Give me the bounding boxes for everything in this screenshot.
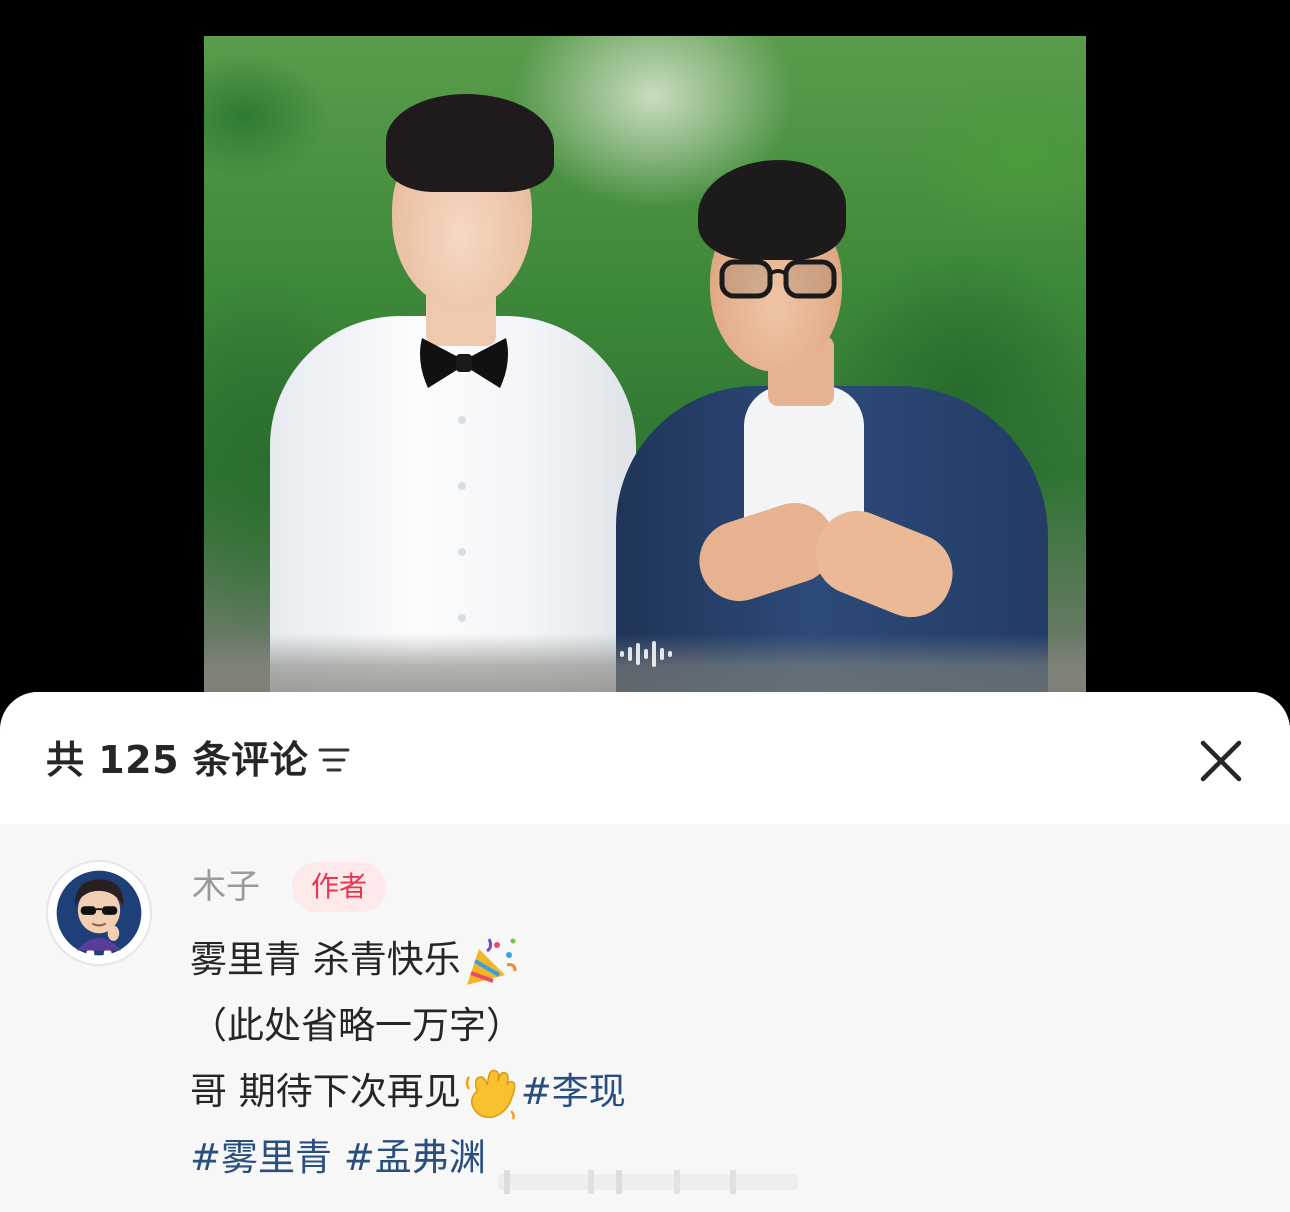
post-photo[interactable] [204, 36, 1086, 708]
cartoon-avatar-icon [56, 870, 142, 959]
party-popper-icon [466, 937, 517, 985]
comments-header: 共 125 条评论 [0, 692, 1290, 824]
person-right-hair [698, 160, 846, 260]
bow-tie [420, 338, 508, 388]
audio-wave-icon [620, 641, 672, 667]
comments-sheet: 共 125 条评论 木子 作者 雾里青 杀青快乐 （此处省略一万字） 哥 期待下… [0, 692, 1290, 1212]
comment-line-2: （此处省略一万字） [190, 1004, 523, 1047]
hashtag-link[interactable]: #雾里青 [190, 1136, 332, 1179]
waving-hand-icon [465, 1069, 516, 1120]
comment-count-title: 共 125 条评论 [46, 738, 309, 782]
close-icon[interactable] [1196, 736, 1246, 786]
author-badge: 作者 [292, 862, 386, 912]
comment-text: 哥 期待下次再见 [190, 1070, 461, 1113]
comment-line-4: #雾里青 #孟弗渊 [190, 1128, 486, 1188]
comment-line-1: 雾里青 杀青快乐 [190, 930, 521, 990]
comment-text: 雾里青 杀青快乐 [190, 938, 461, 981]
comment-item: 木子 作者 雾里青 杀青快乐 （此处省略一万字） 哥 期待下次再见 #李现 #雾… [0, 824, 1290, 1212]
hashtag-link[interactable]: #孟弗渊 [344, 1136, 486, 1179]
person-left-hair [386, 94, 554, 192]
author-name[interactable]: 木子 [192, 864, 260, 910]
sort-lines-icon[interactable] [318, 746, 350, 774]
faded-watermark [498, 1170, 798, 1194]
comment-line-3: 哥 期待下次再见 #李现 [190, 1062, 626, 1122]
glasses [719, 259, 837, 299]
avatar[interactable] [46, 860, 152, 966]
hashtag-link[interactable]: #李现 [521, 1070, 626, 1113]
